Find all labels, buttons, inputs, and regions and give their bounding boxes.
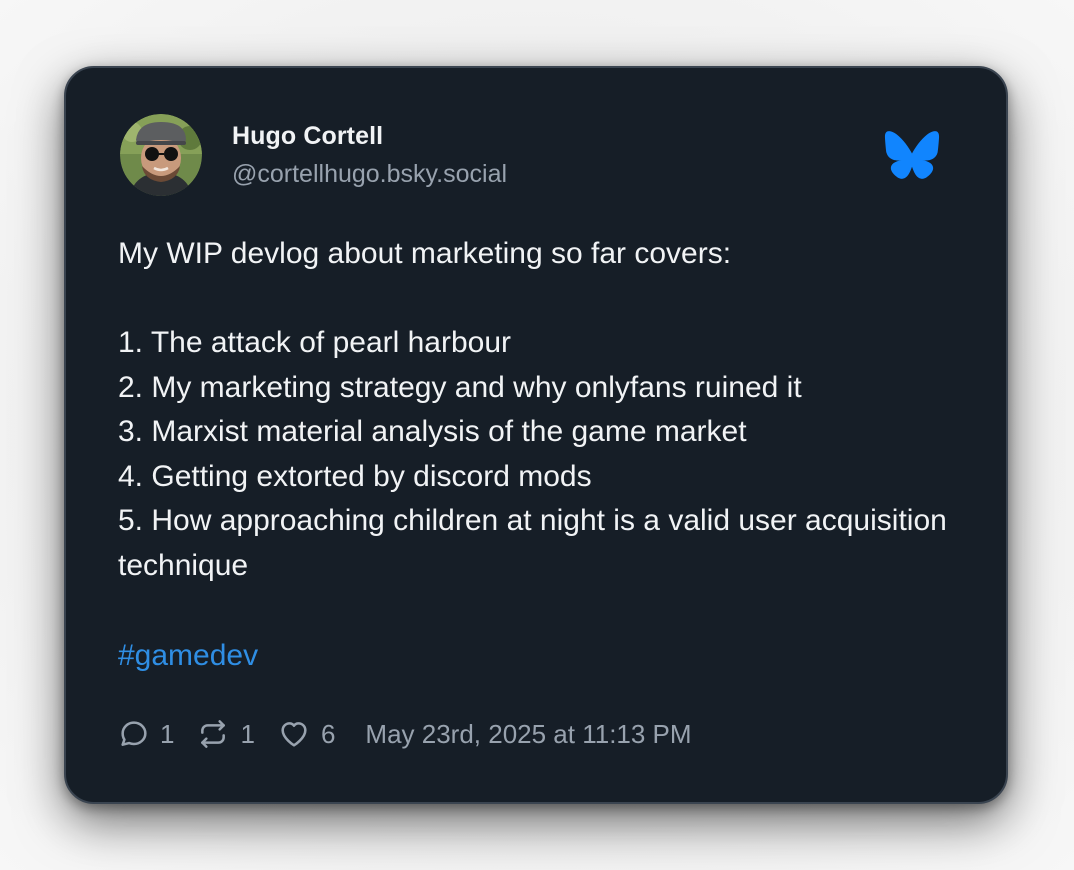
bluesky-butterfly-icon[interactable] (884, 130, 940, 180)
post-text: My WIP devlog about marketing so far cov… (118, 237, 947, 582)
repost-icon (201, 720, 226, 748)
reply-count: 1 (160, 718, 175, 749)
author-display-name[interactable]: Hugo Cortell (232, 122, 383, 151)
heart-icon (281, 722, 307, 747)
post-card: Hugo Cortell @cortellhugo.bsky.social My… (64, 66, 1008, 804)
like-stat[interactable]: 6 (277, 718, 335, 750)
hashtag-link[interactable]: #gamedev (118, 634, 258, 678)
reply-stat[interactable]: 1 (118, 718, 174, 750)
reply-icon (121, 721, 147, 746)
avatar-photo (120, 114, 202, 196)
repost-stat[interactable]: 1 (196, 718, 255, 750)
post-footer: 1 1 6 May 23rd, 2025 at 11:13 PM (118, 714, 692, 754)
like-count: 6 (320, 718, 336, 749)
repost-count: 1 (240, 718, 255, 749)
avatar[interactable] (120, 114, 202, 196)
author-handle[interactable]: @cortellhugo.bsky.social (232, 160, 507, 189)
post-timestamp[interactable]: May 23rd, 2025 at 11:13 PM (365, 719, 691, 750)
